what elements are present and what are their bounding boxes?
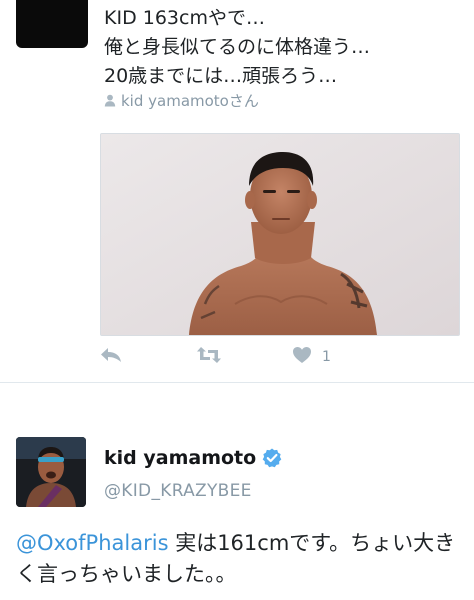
like-count: 1: [322, 349, 331, 365]
tweet-text: KID 163cmやで… 俺と身長似てるのに体格違う… 20歳までには…頑張ろう…: [104, 4, 459, 91]
reply-icon: [100, 346, 122, 368]
mention-link[interactable]: @OxofPhalaris: [16, 531, 169, 555]
fighter-photo: [101, 134, 459, 335]
like-button[interactable]: 1: [292, 346, 331, 368]
display-name[interactable]: kid yamamoto: [104, 447, 282, 469]
retweet-button[interactable]: [196, 346, 222, 368]
verified-icon: [262, 448, 282, 468]
tweet-line: 俺と身長似てるのに体格違う…: [104, 36, 371, 58]
tweet-text: @OxofPhalaris 実は161cmです。ちょい大きく言っちゃいました。。: [16, 528, 461, 590]
mentioned-user[interactable]: kid yamamotoさん: [104, 90, 259, 111]
display-name-text: kid yamamoto: [104, 447, 257, 469]
heart-icon: [292, 346, 312, 368]
mentioned-user-label: kid yamamotoさん: [121, 92, 259, 110]
tweet-line: 20歳までには…頑張ろう…: [104, 65, 338, 87]
avatar[interactable]: [16, 0, 88, 48]
tweet-line: KID 163cmやで…: [104, 7, 265, 29]
tweet-actions: 1: [100, 346, 460, 372]
avatar[interactable]: [16, 437, 86, 507]
person-icon: [104, 94, 116, 107]
tweet-photo[interactable]: [100, 133, 460, 336]
avatar-photo: [16, 437, 86, 507]
retweet-icon: [196, 346, 222, 368]
user-handle[interactable]: @KID_KRAZYBEE: [104, 481, 252, 501]
reply-button[interactable]: [100, 346, 122, 368]
divider: [0, 382, 474, 383]
